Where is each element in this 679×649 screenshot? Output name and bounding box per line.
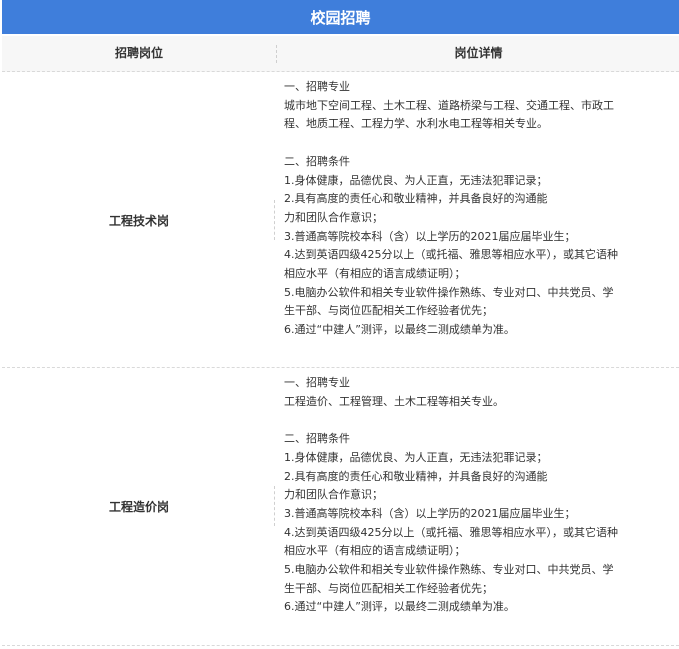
- condition-line: 力和团队合作意识；: [284, 210, 383, 224]
- condition-line: 5.电脑办公软件和相关专业软件操作熟练、专业对口、中共党员、学: [284, 285, 614, 299]
- page-title: 校园招聘: [2, 0, 679, 34]
- condition-line: 4.达到英语四级425分以上（或托福、雅思等相应水平），或其它语种: [284, 248, 618, 262]
- header-position: 招聘岗位: [114, 46, 163, 60]
- condition-line: 生干部、与岗位匹配相关工作经验者优先；: [284, 581, 493, 595]
- header-details: 岗位详情: [454, 46, 503, 60]
- condition-line: 4.达到英语四级425分以上（或托福、雅思等相应水平），或其它语种: [284, 525, 618, 539]
- condition-line: 3.普通高等院校本科（含）以上学历的2021届应届毕业生；: [284, 506, 576, 520]
- recruitment-page: 校园招聘 招聘岗位 岗位详情 工程技术岗 一、招聘专业 城市地下空间工程、土木工…: [0, 0, 679, 649]
- column-divider: [274, 486, 275, 526]
- condition-line: 力和团队合作意识；: [284, 488, 383, 502]
- condition-line: 3.普通高等院校本科（含）以上学历的2021届应届毕业生；: [284, 229, 576, 243]
- table-row: 工程造价岗 一、招聘专业 工程造价、工程管理、土木工程等相关专业。 二、招聘条件…: [2, 368, 679, 646]
- column-divider: [274, 200, 275, 240]
- condition-line: 1.身体健康，品德优良、为人正直，无违法犯罪记录；: [284, 450, 548, 464]
- condition-line: 6.通过“中建人”测评，以最终二测成绩单为准。: [284, 600, 515, 614]
- condition-line: 1.身体健康，品德优良、为人正直，无违法犯罪记录；: [284, 173, 548, 187]
- condition-line: 2.具有高度的责任心和敬业精神，并具备良好的沟通能: [284, 469, 548, 483]
- header-divider: [276, 45, 277, 63]
- major-line: 城市地下空间工程、土木工程、道路桥梁与工程、交通工程、市政工: [284, 98, 614, 112]
- major-heading: 一、招聘专业: [284, 376, 350, 389]
- condition-heading: 二、招聘条件: [284, 432, 350, 446]
- position-name: 工程造价岗: [108, 500, 169, 514]
- condition-line: 6.通过“中建人”测评，以最终二测成绩单为准。: [284, 323, 515, 337]
- position-name: 工程技术岗: [108, 214, 169, 228]
- condition-line: 2.具有高度的责任心和敬业精神，并具备良好的沟通能: [284, 192, 548, 206]
- condition-heading: 二、招聘条件: [284, 154, 350, 168]
- table-header: 招聘岗位 岗位详情: [2, 36, 679, 72]
- major-heading: 一、招聘专业: [284, 80, 350, 93]
- condition-line: 相应水平（有相应的语言成绩证明）；: [284, 267, 466, 281]
- position-details: 一、招聘专业 城市地下空间工程、土木工程、道路桥梁与工程、交通工程、市政工 程、…: [284, 78, 674, 340]
- major-line: 工程造价、工程管理、土木工程等相关专业。: [284, 394, 504, 408]
- table-row: 工程技术岗 一、招聘专业 城市地下空间工程、土木工程、道路桥梁与工程、交通工程、…: [2, 72, 679, 368]
- condition-line: 相应水平（有相应的语言成绩证明）；: [284, 544, 466, 558]
- major-line: 程、地质工程、工程力学、水利水电工程等相关专业。: [284, 117, 548, 131]
- condition-line: 生干部、与岗位匹配相关工作经验者优先；: [284, 304, 493, 318]
- condition-line: 5.电脑办公软件和相关专业软件操作熟练、专业对口、中共党员、学: [284, 563, 614, 577]
- position-details: 一、招聘专业 工程造价、工程管理、土木工程等相关专业。 二、招聘条件 1.身体健…: [284, 374, 674, 617]
